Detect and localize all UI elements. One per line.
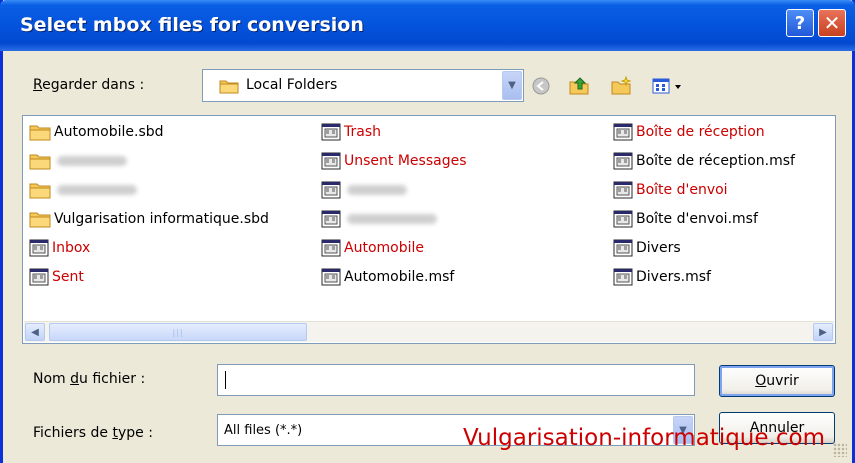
list-item[interactable]: Divers (613, 237, 681, 259)
horizontal-scrollbar[interactable]: ◀ ||| ▶ (24, 321, 834, 342)
chevron-down-icon[interactable]: ▼ (502, 71, 522, 100)
close-button[interactable]: ✕ (818, 9, 846, 37)
list-item-label: Automobile.sbd (54, 124, 164, 140)
watermark: Vulgarisation-informatique.com (463, 425, 825, 451)
list-item-label: Inbox (52, 240, 91, 256)
list-item[interactable]: Vulgarisation informatique.sbd (29, 208, 269, 230)
new-folder-button[interactable] (610, 76, 632, 96)
mail-file-icon (321, 268, 341, 286)
back-button[interactable] (530, 76, 552, 96)
mail-file-icon (321, 239, 341, 257)
filename-input[interactable] (217, 364, 695, 396)
redacted-name (57, 185, 137, 195)
list-item-label: Boîte de réception.msf (636, 153, 795, 169)
folder-icon (29, 152, 51, 170)
mail-file-icon (613, 123, 633, 141)
scroll-left-button[interactable]: ◀ (25, 323, 45, 341)
mail-file-icon (613, 268, 633, 286)
mail-file-icon (613, 210, 633, 228)
list-item[interactable]: Boîte de réception (613, 121, 765, 143)
list-item-label: Boîte d'envoi (636, 182, 728, 198)
scroll-right-button[interactable]: ▶ (813, 323, 833, 341)
back-icon (532, 77, 550, 95)
list-item[interactable]: Boîte de réception.msf (613, 150, 795, 172)
window-title: Select mbox files for conversion (20, 14, 364, 36)
filetype-value: All files (*.*) (224, 423, 303, 438)
list-item[interactable] (321, 179, 407, 201)
title-bar[interactable]: Select mbox files for conversion ? ✕ (0, 0, 855, 51)
chevron-left-icon: ◀ (31, 326, 39, 338)
folder-icon (219, 78, 239, 98)
look-in-label: Regarder dans : (33, 77, 145, 93)
chevron-right-icon: ▶ (819, 326, 827, 338)
mail-file-icon (321, 181, 341, 199)
list-item[interactable]: Automobile (321, 237, 424, 259)
list-item-label: Boîte d'envoi.msf (636, 211, 758, 227)
list-item-label: Automobile.msf (344, 269, 455, 285)
list-item[interactable]: Boîte d'envoi (613, 179, 728, 201)
list-item[interactable]: Trash (321, 121, 381, 143)
help-button[interactable]: ? (786, 9, 814, 37)
list-item-label: Boîte de réception (636, 124, 765, 140)
redacted-name (57, 156, 127, 166)
list-item[interactable] (321, 208, 437, 230)
mail-file-icon (321, 152, 341, 170)
look-in-dropdown[interactable]: Local Folders ▼ (202, 69, 524, 102)
folder-icon (29, 123, 51, 141)
text-caret (225, 371, 226, 389)
list-item[interactable] (29, 179, 137, 201)
list-item[interactable]: Unsent Messages (321, 150, 467, 172)
list-item-label: Automobile (344, 240, 424, 256)
view-menu-icon (652, 78, 681, 94)
mail-file-icon (613, 181, 633, 199)
mail-file-icon (613, 239, 633, 257)
list-item[interactable]: Divers.msf (613, 266, 711, 288)
mail-file-icon (613, 152, 633, 170)
list-item-label: Trash (344, 124, 381, 140)
list-item[interactable]: Boîte d'envoi.msf (613, 208, 758, 230)
list-item-label: Divers.msf (636, 269, 711, 285)
list-item[interactable]: Sent (29, 266, 84, 288)
file-list[interactable]: ◀ ||| ▶ Automobile.sbd Vulgarisation info… (22, 115, 836, 344)
list-item-label: Vulgarisation informatique.sbd (54, 211, 269, 227)
mail-file-icon (29, 268, 49, 286)
filename-label: Nom du fichier : (33, 371, 146, 387)
filetype-label: Fichiers de type : (33, 425, 153, 441)
mail-file-icon (29, 239, 49, 257)
new-folder-icon (611, 76, 632, 95)
redacted-name (347, 185, 407, 195)
list-item-label: Sent (52, 269, 84, 285)
redacted-name (347, 214, 437, 224)
help-icon: ? (794, 12, 806, 34)
list-item-label: Unsent Messages (344, 153, 467, 169)
mail-file-icon (321, 210, 341, 228)
list-item[interactable]: Inbox (29, 237, 90, 259)
mail-file-icon (321, 123, 341, 141)
folder-icon (29, 210, 51, 228)
up-folder-icon (569, 77, 589, 95)
up-folder-button[interactable] (568, 76, 590, 96)
open-button[interactable]: Ouvrir (719, 365, 835, 397)
scroll-thumb[interactable]: ||| (49, 323, 307, 341)
folder-icon (29, 181, 51, 199)
look-in-value: Local Folders (246, 77, 338, 93)
list-item[interactable]: Automobile.sbd (29, 121, 164, 143)
view-menu-button[interactable] (649, 76, 689, 96)
close-icon: ✕ (823, 11, 841, 35)
list-item[interactable] (29, 150, 127, 172)
list-item[interactable]: Automobile.msf (321, 266, 454, 288)
list-item-label: Divers (636, 240, 681, 256)
resize-grip[interactable] (833, 443, 847, 457)
